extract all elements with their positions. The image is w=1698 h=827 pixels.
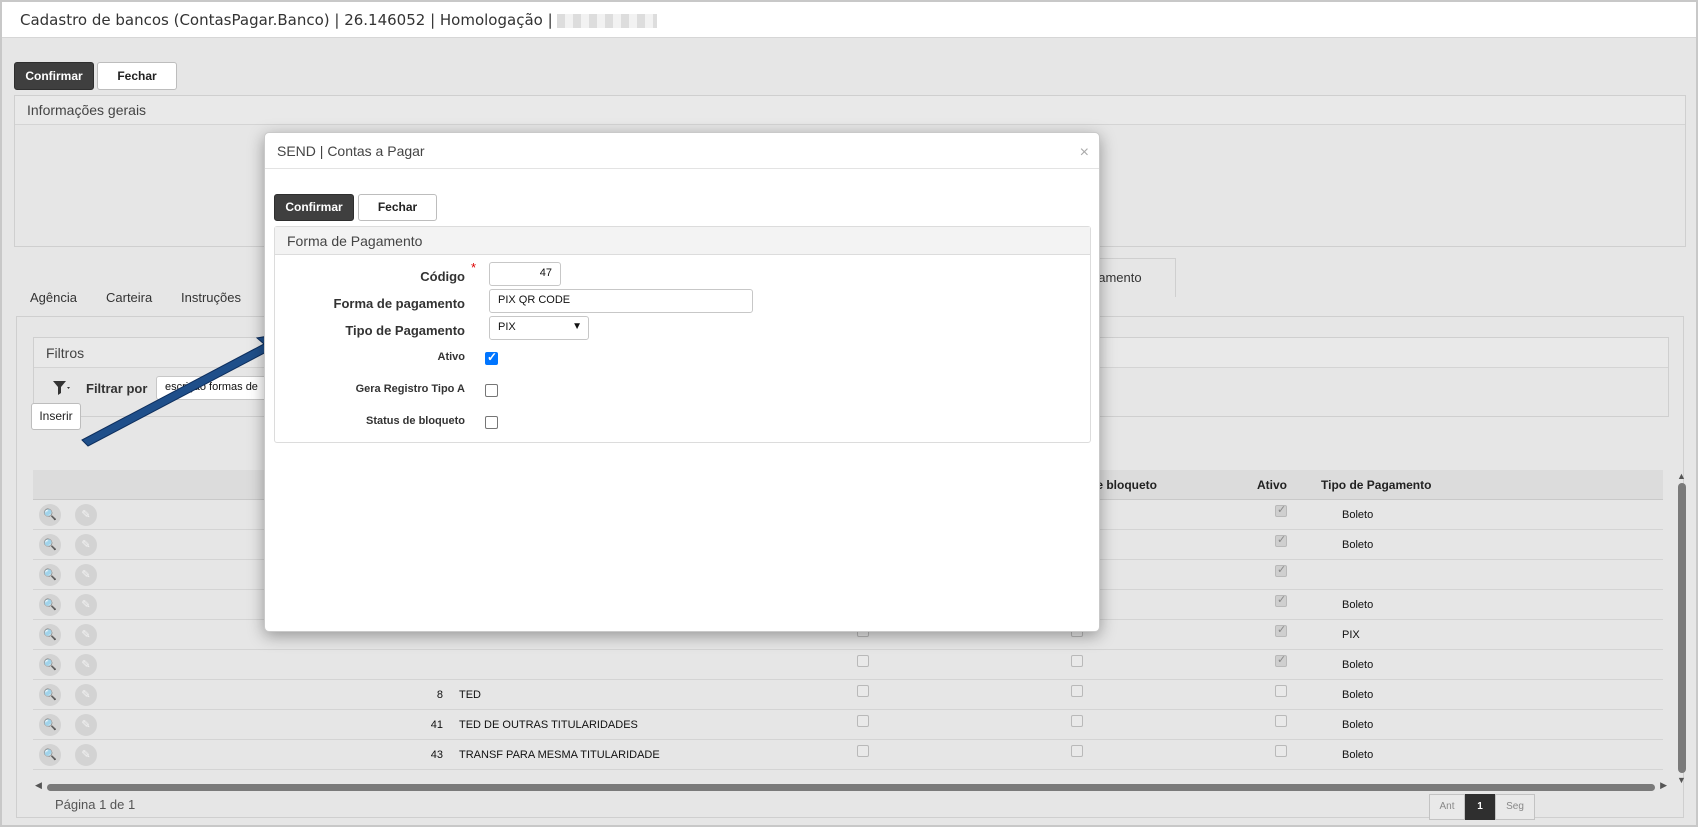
- modal-confirm-button[interactable]: Confirmar: [274, 194, 354, 221]
- payment-method-modal: SEND | Contas a Pagar × Confirmar Fechar…: [264, 132, 1100, 632]
- required-marker: *: [471, 260, 477, 275]
- ativo-checkbox[interactable]: [485, 350, 498, 365]
- modal-close-icon[interactable]: ×: [1080, 144, 1089, 162]
- tipo-pagamento-value: PIX: [498, 321, 516, 333]
- forma-pagamento-input[interactable]: PIX QR CODE: [489, 289, 753, 313]
- modal-title: SEND | Contas a Pagar: [277, 143, 425, 159]
- status-bloqueto-label: Status de bloqueto: [366, 415, 465, 427]
- payment-method-form: Forma de Pagamento Código * 47 Forma de …: [274, 226, 1091, 443]
- ativo-label: Ativo: [437, 351, 466, 363]
- tipo-pagamento-select[interactable]: PIX ▼: [489, 316, 589, 340]
- app-frame: Cadastro de bancos (ContasPagar.Banco) |…: [0, 0, 1698, 827]
- codigo-label: Código: [420, 269, 465, 284]
- gera-registro-checkbox[interactable]: [485, 384, 498, 397]
- modal-header: SEND | Contas a Pagar ×: [265, 133, 1099, 169]
- codigo-input[interactable]: 47: [489, 262, 561, 286]
- status-bloqueto-checkbox[interactable]: [485, 416, 498, 429]
- chevron-down-icon: ▼: [572, 321, 582, 332]
- gera-registro-label: Gera Registro Tipo A: [355, 383, 465, 395]
- tipo-pagamento-label: Tipo de Pagamento: [345, 323, 465, 338]
- modal-close-button[interactable]: Fechar: [358, 194, 437, 221]
- form-section-title: Forma de Pagamento: [275, 227, 1090, 255]
- forma-pagamento-label: Forma de pagamento: [333, 296, 465, 311]
